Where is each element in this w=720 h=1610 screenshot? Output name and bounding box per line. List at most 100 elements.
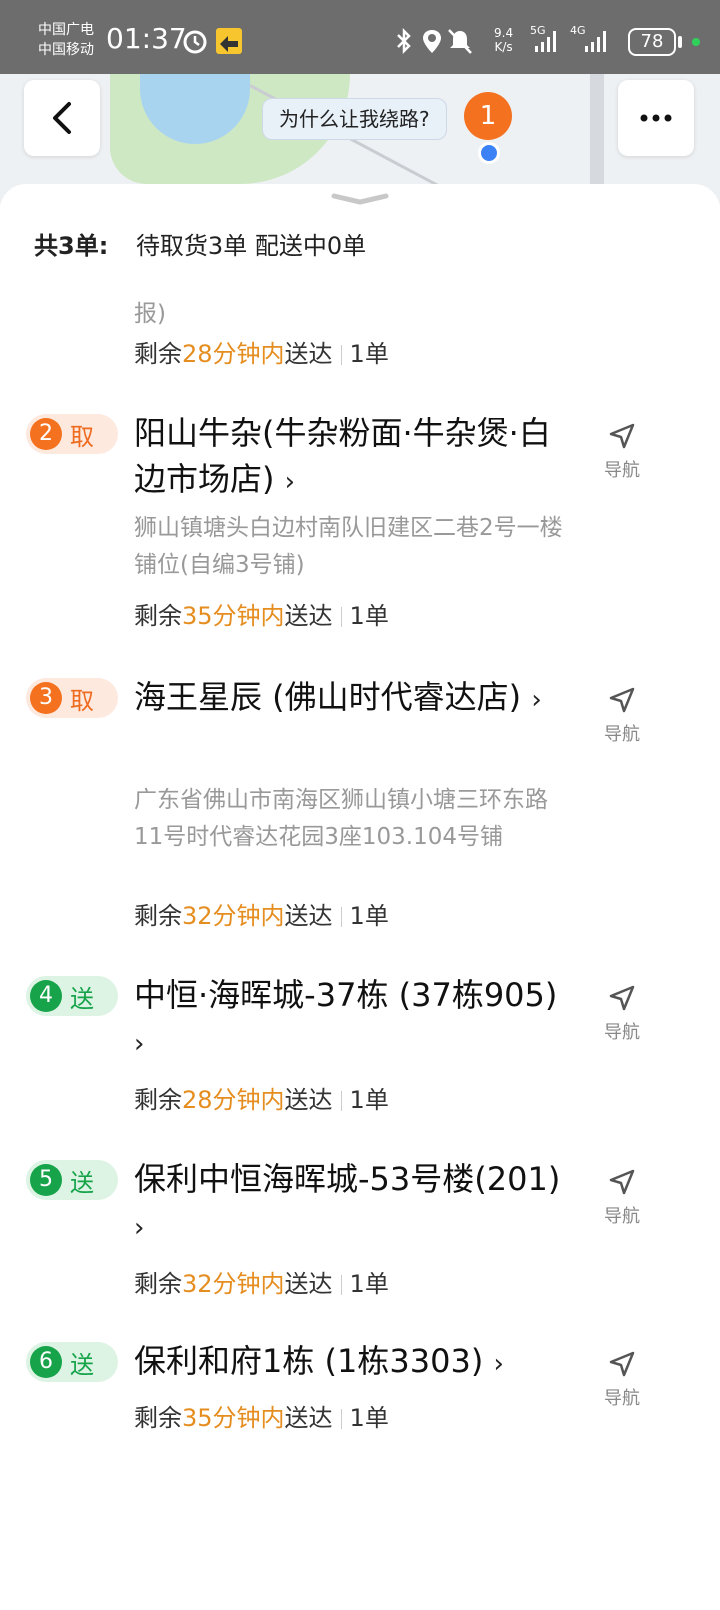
eta-suffix: 送达 — [284, 340, 333, 368]
order-2-navigate-button[interactable]: 导航 — [600, 422, 644, 482]
order-2-badge: 2 取 — [26, 414, 118, 454]
order-6-kind: 送 — [70, 1350, 94, 1379]
navigation-arrow-icon — [609, 985, 635, 1011]
status-bar: 中国广电 中国移动 01:37 9.4 K/s 5G 4G 78 — [0, 0, 720, 74]
chevron-right-icon: › — [134, 1029, 145, 1059]
order-6-name-text: 保利和府1栋 (1栋3303) — [134, 1342, 484, 1380]
navigation-arrow-icon — [609, 687, 635, 713]
order-4-navigate-button[interactable]: 导航 — [600, 984, 644, 1044]
battery-tip — [678, 36, 682, 48]
remain-label: 剩余 — [134, 902, 182, 930]
eta-suffix: 送达 — [284, 602, 333, 630]
navigate-label: 导航 — [604, 1206, 640, 1227]
divider — [340, 607, 342, 627]
carrier-labels: 中国广电 中国移动 — [38, 20, 94, 60]
eta-time: 35分钟内 — [182, 602, 285, 630]
more-dots-icon — [640, 114, 672, 122]
app-notification-icon — [216, 28, 242, 54]
navigation-arrow-icon — [609, 1169, 635, 1195]
eta-suffix: 送达 — [284, 1404, 333, 1432]
order-3-kind: 取 — [70, 686, 94, 715]
chevron-left-icon — [53, 102, 71, 134]
signal-icon-2 — [585, 31, 606, 52]
order-5-navigate-button[interactable]: 导航 — [600, 1168, 644, 1228]
order-3-navigate-button[interactable]: 导航 — [600, 686, 644, 746]
order-4-badge: 4 送 — [26, 976, 118, 1016]
eta-time: 28分钟内 — [182, 340, 285, 368]
order-list-sheet: 共3单: 待取货3单 配送中0单 报) 剩余28分钟内送达 1单 2 取 阳山牛杂… — [0, 184, 720, 1610]
eta-time: 28分钟内 — [182, 1086, 285, 1114]
why-detour-button[interactable]: 为什么让我绕路? — [262, 98, 447, 140]
order-2-address: 狮山镇塘头白边村南队旧建区二巷2号一楼铺位(自编3号铺) — [134, 515, 563, 578]
eta-time: 32分钟内 — [182, 1270, 285, 1298]
order-count: 1单 — [349, 902, 389, 930]
order-2-name[interactable]: 阳山牛杂(牛杂粉面·牛杂煲·白边市场店) › — [134, 410, 574, 505]
chevron-right-icon: › — [531, 685, 542, 715]
more-button[interactable] — [618, 80, 694, 156]
remain-label: 剩余 — [134, 1270, 182, 1298]
carrier-2: 中国移动 — [38, 42, 94, 58]
network-speed: 9.4 K/s — [494, 26, 513, 54]
order-summary: 共3单: 待取货3单 配送中0单 — [34, 226, 366, 261]
order-4-number: 4 — [30, 980, 62, 1012]
order-3-meta: 剩余32分钟内送达 1单 — [134, 896, 389, 931]
speed-value: 9.4 — [494, 26, 514, 40]
order-2-number: 2 — [30, 418, 62, 450]
navigate-label: 导航 — [604, 1022, 640, 1043]
order-count: 1单 — [349, 1086, 389, 1114]
delivering-count: 配送中0单 — [254, 232, 367, 260]
remain-label: 剩余 — [134, 340, 182, 368]
speed-unit: K/s — [494, 40, 513, 54]
signal-icon — [535, 31, 556, 52]
total-orders: 共3单: — [34, 232, 109, 260]
order-3-address: 广东省佛山市南海区狮山镇小塘三环东路11号时代睿达花园3座103.104号铺 — [134, 787, 548, 850]
pending-pickup-count: 待取货3单 — [135, 232, 248, 260]
order-1-meta: 剩余28分钟内送达 1单 — [134, 334, 389, 369]
order-count: 1单 — [349, 1270, 389, 1298]
eta-suffix: 送达 — [284, 1270, 333, 1298]
order-6-badge: 6 送 — [26, 1342, 118, 1382]
navigation-arrow-icon — [609, 1351, 635, 1377]
remain-label: 剩余 — [134, 1086, 182, 1114]
order-6-navigate-button[interactable]: 导航 — [600, 1350, 644, 1410]
order-count: 1单 — [349, 602, 389, 630]
order-3-number: 3 — [30, 682, 62, 714]
alarm-icon — [183, 30, 207, 54]
order-5-name[interactable]: 保利中恒海晖城-53号楼(201) › — [134, 1156, 574, 1251]
divider — [340, 1275, 342, 1295]
eta-suffix: 送达 — [284, 1086, 333, 1114]
collapse-handle-icon[interactable] — [330, 192, 390, 206]
order-5-badge: 5 送 — [26, 1160, 118, 1200]
order-3-badge: 3 取 — [26, 678, 118, 718]
chevron-right-icon: › — [284, 467, 296, 497]
battery-level: 78 — [628, 28, 676, 56]
order-2-name-text: 阳山牛杂(牛杂粉面·牛杂煲·白边市场店) — [134, 414, 551, 498]
order-3-name-text: 海王星辰 (佛山时代睿达店) — [134, 678, 522, 716]
order-6-name[interactable]: 保利和府1栋 (1栋3303) › — [134, 1338, 574, 1387]
order-4-name-text: 中恒·海晖城-37栋 (37栋905) — [134, 976, 558, 1014]
eta-suffix: 送达 — [284, 902, 333, 930]
order-1-address-tail: 报) — [134, 301, 166, 327]
order-5-number: 5 — [30, 1164, 62, 1196]
order-count: 1单 — [349, 1404, 389, 1432]
order-3-name[interactable]: 海王星辰 (佛山时代睿达店) › — [134, 674, 574, 723]
order-4-name[interactable]: 中恒·海晖城-37栋 (37栋905) › — [134, 972, 574, 1067]
location-icon — [423, 30, 441, 53]
navigate-label: 导航 — [604, 460, 640, 481]
eta-time: 35分钟内 — [182, 1404, 285, 1432]
privacy-dot — [692, 38, 700, 46]
navigate-label: 导航 — [604, 724, 640, 745]
divider — [340, 345, 342, 365]
divider — [340, 1091, 342, 1111]
rider-location-dot — [478, 142, 500, 164]
carrier-1: 中国广电 — [38, 22, 94, 38]
bluetooth-icon — [397, 27, 411, 55]
divider — [340, 1409, 342, 1429]
order-6-meta: 剩余35分钟内送达 1单 — [134, 1398, 389, 1433]
navigate-label: 导航 — [604, 1388, 640, 1409]
route-marker[interactable]: 1 — [464, 92, 512, 140]
order-count: 1单 — [349, 340, 389, 368]
remain-label: 剩余 — [134, 1404, 182, 1432]
order-4-kind: 送 — [70, 984, 94, 1013]
back-button[interactable] — [24, 80, 100, 156]
